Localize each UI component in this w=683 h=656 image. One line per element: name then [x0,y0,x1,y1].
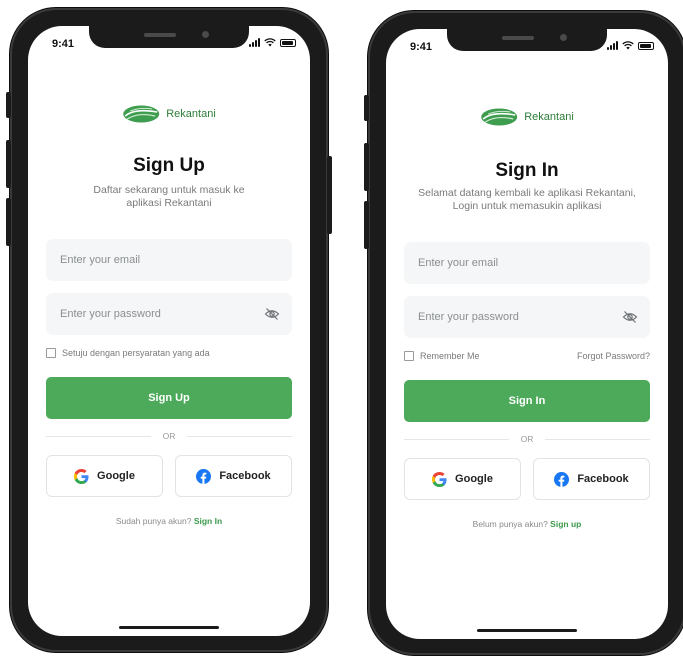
checkbox-box[interactable] [46,348,56,358]
remember-me-checkbox[interactable]: Remember Me [404,351,480,361]
signal-icon [607,41,618,50]
footer-prompt: Sudah punya akun? [115,516,192,526]
facebook-label: Facebook [219,470,271,482]
checkbox-box[interactable] [404,351,414,361]
sign-in-button[interactable]: Sign In [404,380,650,422]
status-icons [249,38,296,47]
sign-in-link[interactable]: Sign In [194,516,222,526]
sign-up-link[interactable]: Sign up [550,519,581,529]
google-label: Google [455,473,493,485]
email-field[interactable] [46,239,292,281]
password-input[interactable] [416,310,622,324]
brand-name: Rekantani [524,111,574,123]
google-icon [432,471,447,487]
brand-logo: Rekantani [122,105,216,123]
leaf-logo-icon [481,108,518,126]
subtitle-line: Daftar sekarang untuk masuk ke [93,184,245,196]
home-indicator[interactable] [477,629,577,632]
page-title: Sign Up [133,155,205,176]
side-button [364,201,369,249]
notch [89,26,249,48]
side-button [364,143,369,191]
page-subtitle: Selamat datang kembali ke aplikasi Rekan… [400,187,654,213]
eye-off-icon[interactable] [264,306,280,322]
page-title: Sign In [495,160,559,181]
terms-label: Setuju dengan persyaratan yang ada [62,348,210,358]
facebook-button[interactable]: Facebook [175,455,292,497]
screen-signin: 9:41 Rekantani Sign In Selamat datang ke… [386,29,668,639]
eye-off-icon[interactable] [622,309,638,325]
notch [447,29,607,51]
remember-label: Remember Me [420,351,480,361]
email-field[interactable] [404,242,650,284]
google-button[interactable]: Google [46,455,163,497]
battery-icon [280,38,296,47]
password-field[interactable] [46,293,292,335]
battery-icon [638,41,654,50]
status-time: 9:41 [52,38,75,50]
facebook-button[interactable]: Facebook [533,458,650,500]
or-divider: OR [46,431,292,441]
or-divider: OR [404,434,650,444]
footer-prompt: Belum punya akun? [472,519,548,529]
subtitle-line: Selamat datang kembali ke aplikasi Rekan… [418,187,636,199]
google-icon [74,468,89,484]
subtitle-line: aplikasi Rekantani [126,197,212,209]
signal-icon [249,38,260,47]
brand-name: Rekantani [166,108,216,120]
brand-logo: Rekantani [480,108,574,126]
terms-checkbox[interactable]: Setuju dengan persyaratan yang ada [46,348,210,358]
side-button [364,95,369,121]
facebook-icon [554,471,570,487]
home-indicator[interactable] [119,626,219,629]
email-input[interactable] [58,253,280,267]
google-button[interactable]: Google [404,458,521,500]
password-field[interactable] [404,296,650,338]
sign-up-button[interactable]: Sign Up [46,377,292,419]
wifi-icon [622,41,634,50]
forgot-password-link[interactable]: Forgot Password? [577,351,650,361]
divider-label: OR [520,434,534,444]
facebook-icon [196,468,212,484]
terms-row: Setuju dengan persyaratan yang ada [46,348,292,358]
side-button [327,156,332,234]
email-input[interactable] [416,256,638,270]
phone-signup: 9:41 Rekantani Sign Up Daftar sekarang u… [6,8,332,652]
phone-signin: 9:41 Rekantani Sign In Selamat datang ke… [364,11,683,655]
password-input[interactable] [58,307,264,321]
footer-text: Sudah punya akun? Sign In [28,516,310,526]
google-label: Google [97,470,135,482]
side-button [6,92,11,118]
screen-signup: 9:41 Rekantani Sign Up Daftar sekarang u… [28,26,310,636]
page-subtitle: Daftar sekarang untuk masuk ke aplikasi … [42,184,296,210]
status-time: 9:41 [410,41,433,53]
divider-label: OR [162,431,176,441]
remember-row: Remember Me Forgot Password? [404,351,650,361]
side-button [6,140,11,188]
leaf-logo-icon [123,105,160,123]
side-button [6,198,11,246]
wifi-icon [264,38,276,47]
facebook-label: Facebook [577,473,629,485]
subtitle-line: Login untuk memasukin aplikasi [452,200,602,212]
status-icons [607,41,654,50]
footer-text: Belum punya akun? Sign up [386,519,668,529]
